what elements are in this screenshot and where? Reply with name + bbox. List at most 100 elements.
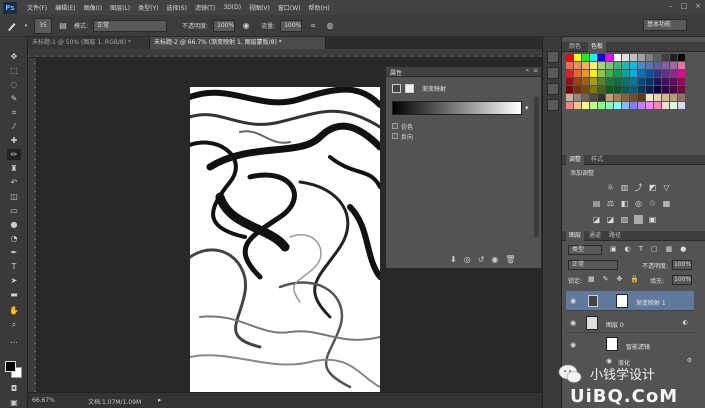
color-swatch[interactable] bbox=[614, 54, 621, 61]
smart-object-filter-icon[interactable]: ▦ bbox=[666, 245, 673, 253]
layer-row-smart-filters[interactable]: ◉ 智能滤镜 bbox=[566, 335, 694, 355]
color-swatch[interactable] bbox=[630, 78, 637, 85]
pressure-size-icon[interactable]: ◍ bbox=[324, 20, 336, 32]
reverse-checkbox[interactable] bbox=[392, 133, 398, 139]
invert-icon[interactable]: ◪ bbox=[592, 215, 601, 224]
color-swatch[interactable] bbox=[622, 62, 629, 69]
color-swatch[interactable] bbox=[662, 62, 669, 69]
color-swatch[interactable] bbox=[638, 78, 645, 85]
color-swatch[interactable] bbox=[590, 102, 597, 109]
pen-tool-icon[interactable]: ✒ bbox=[7, 247, 21, 258]
color-swatch[interactable] bbox=[622, 70, 629, 77]
pressure-opacity-icon[interactable]: ◉ bbox=[240, 20, 252, 32]
screen-mode-icon[interactable]: ▣ bbox=[7, 397, 21, 408]
vertical-ruler[interactable] bbox=[28, 58, 37, 392]
document-canvas[interactable] bbox=[190, 87, 380, 400]
color-swatch[interactable] bbox=[614, 86, 621, 93]
clone-stamp-tool-icon[interactable]: ♜ bbox=[7, 163, 21, 174]
color-swatch[interactable] bbox=[622, 102, 629, 109]
foreground-color-swatch[interactable] bbox=[5, 361, 16, 372]
color-swatch[interactable] bbox=[662, 54, 669, 61]
type-tool-icon[interactable]: T bbox=[7, 261, 21, 272]
levels-icon[interactable]: ▥ bbox=[620, 183, 629, 192]
color-swatch[interactable] bbox=[614, 62, 621, 69]
color-swatch[interactable] bbox=[566, 70, 573, 77]
color-swatch[interactable] bbox=[654, 62, 661, 69]
clip-to-layer-icon[interactable]: ⬇ bbox=[450, 255, 457, 264]
tab-layers[interactable]: 图层 bbox=[566, 231, 585, 241]
color-swatch[interactable] bbox=[606, 54, 613, 61]
layer-row-layer0[interactable]: ◉ 图层 0 ◐ bbox=[566, 313, 694, 333]
menu-type[interactable]: 类型(Y) bbox=[134, 3, 162, 12]
color-swatch[interactable] bbox=[646, 70, 653, 77]
color-swatch[interactable] bbox=[622, 86, 629, 93]
color-swatch[interactable] bbox=[582, 94, 589, 101]
layer-name[interactable]: 渐变映射 1 bbox=[636, 298, 666, 307]
workspace-select[interactable]: 基本功能 bbox=[643, 19, 687, 31]
color-swatch[interactable] bbox=[590, 86, 597, 93]
actions-panel-icon[interactable] bbox=[547, 67, 559, 79]
menu-layer[interactable]: 图层(L) bbox=[106, 3, 134, 12]
channel-mixer-icon[interactable]: ♲ bbox=[648, 199, 657, 208]
filter-toggle-icon[interactable]: ● bbox=[680, 245, 686, 253]
shape-filter-icon[interactable]: ▢ bbox=[651, 245, 658, 253]
brush-tool-icon[interactable] bbox=[6, 20, 18, 32]
color-swatch[interactable] bbox=[566, 86, 573, 93]
color-swatch[interactable] bbox=[638, 54, 645, 61]
lock-all-icon[interactable]: 🔒 bbox=[630, 275, 639, 283]
color-swatch[interactable] bbox=[606, 94, 613, 101]
lock-pixels-icon[interactable]: ✎ bbox=[603, 275, 609, 283]
color-swatch[interactable] bbox=[598, 78, 605, 85]
color-swatch[interactable] bbox=[598, 62, 605, 69]
color-swatch[interactable] bbox=[582, 62, 589, 69]
path-select-tool-icon[interactable]: ➤ bbox=[7, 275, 21, 286]
reset-icon[interactable]: ↺ bbox=[478, 255, 485, 264]
color-swatch[interactable] bbox=[654, 78, 661, 85]
color-swatch[interactable] bbox=[646, 86, 653, 93]
delete-icon[interactable]: 🗑 bbox=[505, 255, 515, 264]
marquee-tool-icon[interactable]: ⬚ bbox=[7, 65, 21, 76]
vibrance-icon[interactable]: ▽ bbox=[662, 183, 671, 192]
visibility-eye-icon[interactable]: ◉ bbox=[570, 341, 576, 349]
color-swatch[interactable] bbox=[662, 86, 669, 93]
minimize-button[interactable]: – bbox=[669, 2, 673, 10]
quick-select-tool-icon[interactable]: ✎ bbox=[7, 93, 21, 104]
color-swatch[interactable] bbox=[590, 62, 597, 69]
color-swatch[interactable] bbox=[566, 78, 573, 85]
history-brush-tool-icon[interactable]: ↶ bbox=[7, 177, 21, 188]
blend-mode-select[interactable]: 正常 bbox=[568, 260, 618, 270]
color-swatch[interactable] bbox=[590, 54, 597, 61]
airbrush-icon[interactable]: ∝ bbox=[307, 20, 319, 32]
color-swatch[interactable] bbox=[614, 70, 621, 77]
color-swatch[interactable] bbox=[630, 54, 637, 61]
horizontal-ruler[interactable] bbox=[28, 49, 542, 58]
layer-name[interactable]: 图层 0 bbox=[606, 320, 624, 329]
collapse-icon[interactable]: « bbox=[525, 67, 529, 74]
tab-adjustments[interactable]: 调整 bbox=[566, 155, 585, 165]
color-swatch[interactable] bbox=[566, 94, 573, 101]
menu-file[interactable]: 文件(F) bbox=[23, 3, 51, 12]
posterize-icon[interactable]: ◪ bbox=[606, 215, 615, 224]
color-swatch[interactable] bbox=[670, 94, 677, 101]
color-swatch[interactable] bbox=[662, 78, 669, 85]
color-swatch[interactable] bbox=[606, 78, 613, 85]
color-swatch[interactable] bbox=[670, 86, 677, 93]
color-swatch[interactable] bbox=[606, 70, 613, 77]
color-swatch[interactable] bbox=[630, 102, 637, 109]
pixel-filter-icon[interactable]: ▣ bbox=[610, 245, 617, 253]
color-swatch[interactable] bbox=[606, 86, 613, 93]
black-white-icon[interactable]: ◧ bbox=[620, 199, 629, 208]
curves-icon[interactable]: ⤴ bbox=[634, 183, 643, 192]
history-panel-icon[interactable] bbox=[547, 51, 559, 63]
dither-checkbox[interactable] bbox=[392, 123, 398, 129]
color-swatch[interactable] bbox=[574, 78, 581, 85]
color-swatch[interactable] bbox=[678, 102, 685, 109]
eyedropper-tool-icon[interactable]: ⁄ bbox=[7, 121, 21, 132]
visibility-eye-icon[interactable]: ◉ bbox=[570, 319, 576, 327]
menu-window[interactable]: 窗口(W) bbox=[274, 3, 305, 12]
color-lookup-icon[interactable]: ▦ bbox=[662, 199, 671, 208]
menu-image[interactable]: 图像(I) bbox=[80, 3, 106, 12]
color-swatch[interactable] bbox=[574, 94, 581, 101]
color-swatch[interactable] bbox=[678, 62, 685, 69]
crop-tool-icon[interactable]: ⌗ bbox=[7, 107, 21, 118]
